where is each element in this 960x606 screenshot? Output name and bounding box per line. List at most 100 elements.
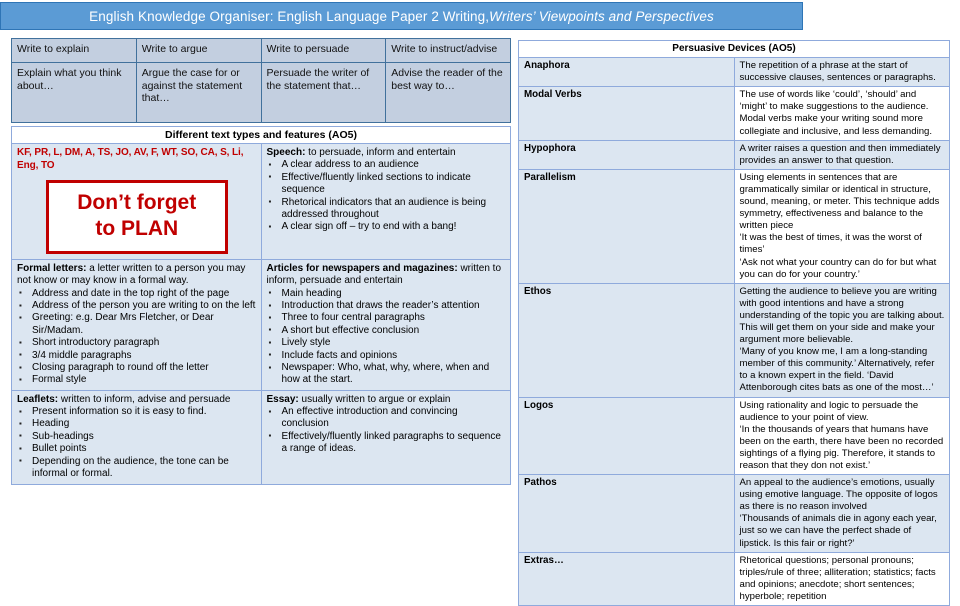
page-title-banner: English Knowledge Organiser: English Lan… xyxy=(0,2,803,30)
leaflets-bullets: Present information so it is easy to fin… xyxy=(17,406,257,480)
device-definition: Using rationality and logic to persuade … xyxy=(739,399,919,423)
device-desc-logos: Using rationality and logic to persuade … xyxy=(733,396,950,476)
page-title-subtitle: Writers’ Viewpoints and Perspectives xyxy=(489,8,714,24)
device-desc-parallelism: Using elements in sentences that are gra… xyxy=(733,168,950,284)
text-type-leaflets: Leaflets: written to inform, advise and … xyxy=(11,389,262,485)
device-definition: Using elements in sentences that are gra… xyxy=(739,171,940,232)
device-term-logos: Logos xyxy=(518,396,735,476)
leaflets-intro-text: written to inform, advise and persuade xyxy=(58,393,231,405)
list-item: Effectively/fluently linked paragraphs t… xyxy=(267,430,507,456)
persuasive-devices-table: Persuasive Devices (AO5) Anaphora The re… xyxy=(518,39,950,606)
knowledge-organiser-page: English Knowledge Organiser: English Lan… xyxy=(0,0,960,606)
table-row: Leaflets: written to inform, advise and … xyxy=(11,389,511,485)
text-type-articles: Articles for newspapers and magazines: w… xyxy=(260,259,511,391)
device-desc-anaphora: The repetition of a phrase at the start … xyxy=(733,57,950,88)
table-row: Logos Using rationality and logic to per… xyxy=(518,396,950,476)
table-row: Explain what you think about… Argue the … xyxy=(11,62,511,123)
device-example: ‘Ask not what your country can do for bu… xyxy=(739,256,937,280)
list-item: Closing paragraph to round off the lette… xyxy=(17,362,257,375)
essay-bullets: An effective introduction and convincing… xyxy=(267,406,507,456)
list-item: Rhetorical indicators that an audience i… xyxy=(267,196,507,222)
plan-line-2: to PLAN xyxy=(95,217,179,241)
list-item: 3/4 middle paragraphs xyxy=(17,349,257,362)
speech-lead: Speech: xyxy=(266,147,306,159)
list-item: A clear address to an audience xyxy=(267,159,507,172)
device-definition: The use of words like ‘could’, ‘should’ … xyxy=(739,89,933,137)
dont-forget-to-plan-callout: Don’t forget to PLAN xyxy=(45,180,228,255)
persuasive-devices-header: Persuasive Devices (AO5) xyxy=(518,39,950,59)
list-item: Bullet points xyxy=(17,443,257,456)
list-item: Greeting: e.g. Dear Mrs Fletcher, or Dea… xyxy=(17,312,257,337)
purpose-prompt-instruct: Advise the reader of the best way to… xyxy=(385,62,511,123)
table-row: Pathos An appeal to the audience’s emoti… xyxy=(518,474,950,553)
device-definition: An appeal to the audience’s emotions, us… xyxy=(739,477,938,513)
table-row: Ethos Getting the audience to believe yo… xyxy=(518,282,950,398)
table-row: Anaphora The repetition of a phrase at t… xyxy=(518,57,950,88)
leaflets-lead: Leaflets: xyxy=(17,393,59,405)
device-example: ‘In the thousands of years that humans h… xyxy=(739,423,944,471)
speech-intro: Speech: to persuade, inform and entertai… xyxy=(267,147,507,159)
formal-letters-intro: Formal letters: a letter written to a pe… xyxy=(17,263,257,287)
list-item: Depending on the audience, the tone can … xyxy=(17,455,257,481)
list-item: Heading xyxy=(17,418,257,431)
list-item: Introduction that draws the reader’s att… xyxy=(267,299,507,312)
plan-line-1: Don’t forget xyxy=(77,191,197,215)
articles-lead: Articles for newspapers and magazines: xyxy=(266,263,458,275)
text-types-header: Different text types and features (AO5) xyxy=(11,125,511,145)
list-item: Newspaper: Who, what, why, where, when a… xyxy=(267,362,507,387)
purpose-prompt-argue: Argue the case for or against the statem… xyxy=(135,62,262,123)
purpose-prompt-explain: Explain what you think about… xyxy=(11,62,137,123)
device-term-pathos: Pathos xyxy=(518,474,735,553)
leaflets-intro: Leaflets: written to inform, advise and … xyxy=(17,394,257,406)
table-row: Different text types and features (AO5) xyxy=(11,125,511,145)
essay-intro-text: usually written to argue or explain xyxy=(298,393,451,405)
device-term-anaphora: Anaphora xyxy=(518,57,735,88)
device-definition: Getting the audience to believe you are … xyxy=(739,285,945,346)
device-example: ‘It was the best of times, it was the wo… xyxy=(739,232,922,256)
list-item: Include facts and opinions xyxy=(267,349,507,362)
codes-and-plan-cell: KF, PR, L, DM, A, TS, JO, AV, F, WT, SO,… xyxy=(11,143,262,261)
list-item: Short introductory paragraph xyxy=(17,337,257,350)
table-row: Formal letters: a letter written to a pe… xyxy=(11,259,511,391)
articles-bullets: Main heading Introduction that draws the… xyxy=(267,287,507,387)
text-type-formal-letters: Formal letters: a letter written to a pe… xyxy=(11,259,262,391)
list-item: Formal style xyxy=(17,374,257,387)
text-types-table: Different text types and features (AO5) … xyxy=(11,125,511,485)
device-definition: A writer raises a question and then imme… xyxy=(739,142,941,166)
list-item: Address of the person you are writing to… xyxy=(17,299,257,312)
device-term-extras: Extras… xyxy=(518,551,735,606)
text-type-speech: Speech: to persuade, inform and entertai… xyxy=(260,143,511,261)
list-item: Present information so it is easy to fin… xyxy=(17,406,257,419)
essay-intro: Essay: usually written to argue or expla… xyxy=(267,394,507,406)
list-item: Three to four central paragraphs xyxy=(267,312,507,325)
list-item: Main heading xyxy=(267,287,507,300)
purpose-prompt-persuade: Persuade the writer of the statement tha… xyxy=(260,62,387,123)
formal-letters-bullets: Address and date in the top right of the… xyxy=(17,287,257,387)
device-term-modal-verbs: Modal Verbs xyxy=(518,86,735,141)
device-term-hypophora: Hypophora xyxy=(518,139,735,170)
device-definition: Rhetorical questions; personal pronouns;… xyxy=(739,554,936,602)
speech-bullets: A clear address to an audience Effective… xyxy=(267,159,507,234)
table-row: Hypophora A writer raises a question and… xyxy=(518,139,950,170)
device-definition: The repetition of a phrase at the start … xyxy=(739,60,936,84)
formal-letters-lead: Formal letters: xyxy=(17,263,87,275)
purpose-header-persuade: Write to persuade xyxy=(260,38,387,63)
list-item: Address and date in the top right of the… xyxy=(17,287,257,300)
articles-intro: Articles for newspapers and magazines: w… xyxy=(267,263,507,287)
text-type-codes: KF, PR, L, DM, A, TS, JO, AV, F, WT, SO,… xyxy=(17,147,244,171)
speech-intro-text: to persuade, inform and entertain xyxy=(305,147,456,159)
list-item: Lively style xyxy=(267,337,507,350)
device-desc-modal-verbs: The use of words like ‘could’, ‘should’ … xyxy=(733,86,950,141)
table-row: Parallelism Using elements in sentences … xyxy=(518,168,950,284)
purpose-header-explain: Write to explain xyxy=(11,38,137,63)
essay-lead: Essay: xyxy=(266,393,299,405)
table-row: Persuasive Devices (AO5) xyxy=(518,39,950,59)
device-desc-hypophora: A writer raises a question and then imme… xyxy=(733,139,950,170)
device-desc-pathos: An appeal to the audience’s emotions, us… xyxy=(733,474,950,553)
writing-purpose-table: Write to explain Write to argue Write to… xyxy=(11,38,511,123)
list-item: Sub-headings xyxy=(17,430,257,443)
device-example: ‘Thousands of animals die in agony each … xyxy=(739,513,937,549)
purpose-header-instruct: Write to instruct/advise xyxy=(385,38,511,63)
list-item: A clear sign off – try to end with a ban… xyxy=(267,221,507,234)
device-desc-ethos: Getting the audience to believe you are … xyxy=(733,282,950,398)
